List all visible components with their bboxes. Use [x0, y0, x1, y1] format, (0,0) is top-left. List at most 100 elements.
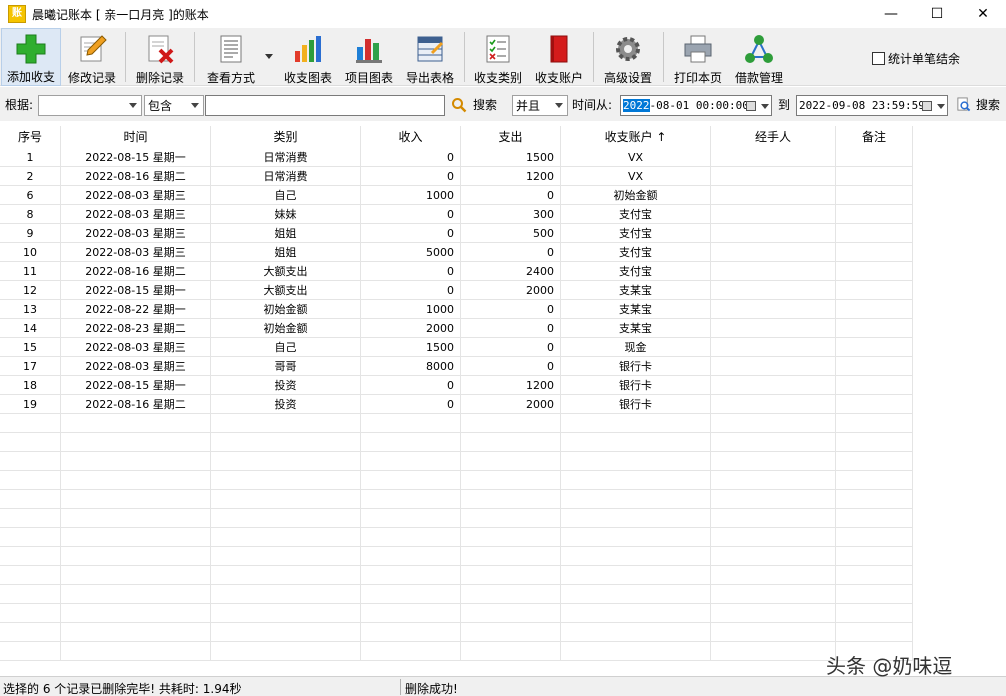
table-row[interactable]: 6 2022-08-03 星期三 自己 1000 0 初始金额	[0, 186, 1006, 205]
table-row[interactable]: 15 2022-08-03 星期三 自己 1500 0 现金	[0, 338, 1006, 357]
table-row[interactable]: 8 2022-08-03 星期三 妹妹 0 300 支付宝	[0, 205, 1006, 224]
cell-category	[211, 471, 361, 490]
empty-row[interactable]	[0, 433, 1006, 452]
column-header-time[interactable]: 时间	[61, 126, 211, 148]
stat-balance-checkbox[interactable]: 统计单笔结余	[872, 50, 960, 67]
chevron-down-icon[interactable]	[265, 54, 273, 59]
column-header-note[interactable]: 备注	[836, 126, 913, 148]
column-header-category[interactable]: 类别	[211, 126, 361, 148]
export-table-button[interactable]: 导出表格	[402, 28, 458, 86]
table-row[interactable]: 17 2022-08-03 星期三 哥哥 8000 0 银行卡	[0, 357, 1006, 376]
cell-note	[836, 243, 913, 262]
cell-account	[561, 490, 711, 509]
pencil-paper-icon	[75, 32, 109, 66]
cell-seq	[0, 642, 61, 661]
cell-category: 日常消费	[211, 148, 361, 167]
column-header-expense[interactable]: 支出	[461, 126, 561, 148]
table-row[interactable]: 2 2022-08-16 星期二 日常消费 0 1200 VX	[0, 167, 1006, 186]
search-button[interactable]: 搜索	[451, 94, 497, 115]
search-button-2[interactable]: 搜索	[956, 94, 1000, 115]
empty-row[interactable]	[0, 528, 1006, 547]
table-row[interactable]: 19 2022-08-16 星期二 投资 0 2000 银行卡	[0, 395, 1006, 414]
cell-seq: 17	[0, 357, 61, 376]
records-grid[interactable]: 序号 时间 类别 收入 支出 收支账户 ↑ 经手人 备注 1 2022-08-15 星期一 日常消…	[0, 126, 1006, 673]
cell-income	[361, 623, 461, 642]
accounts-button[interactable]: 收支账户	[531, 28, 587, 86]
keyword-input[interactable]	[205, 95, 445, 116]
chevron-down-icon	[191, 103, 199, 108]
maximize-button[interactable]: ☐	[914, 0, 960, 28]
cell-category: 大额支出	[211, 281, 361, 300]
calendar-icon[interactable]	[922, 101, 932, 111]
cell-note	[836, 547, 913, 566]
cell-time	[61, 623, 211, 642]
chevron-down-icon	[129, 103, 137, 108]
table-row[interactable]: 18 2022-08-15 星期一 投资 0 1200 银行卡	[0, 376, 1006, 395]
table-row[interactable]: 14 2022-08-23 星期二 初始金额 2000 0 支某宝	[0, 319, 1006, 338]
column-header-handler[interactable]: 经手人	[711, 126, 836, 148]
chevron-down-icon[interactable]	[761, 104, 769, 109]
empty-row[interactable]	[0, 414, 1006, 433]
categories-button[interactable]: 收支类别	[470, 28, 526, 86]
empty-row[interactable]	[0, 623, 1006, 642]
cell-handler	[711, 623, 836, 642]
cell-note	[836, 262, 913, 281]
plus-icon	[14, 33, 48, 65]
table-row[interactable]: 1 2022-08-15 星期一 日常消费 0 1500 VX	[0, 148, 1006, 167]
calendar-icon[interactable]	[746, 101, 756, 111]
empty-row[interactable]	[0, 604, 1006, 623]
empty-row[interactable]	[0, 547, 1006, 566]
empty-row[interactable]	[0, 585, 1006, 604]
advanced-settings-button[interactable]: 高级设置	[599, 28, 657, 86]
close-button[interactable]: ✕	[960, 0, 1006, 28]
cell-income	[361, 642, 461, 661]
empty-row[interactable]	[0, 509, 1006, 528]
column-header-income[interactable]: 收入	[361, 126, 461, 148]
cell-expense: 1500	[461, 148, 561, 167]
cell-account	[561, 623, 711, 642]
empty-row[interactable]	[0, 490, 1006, 509]
minimize-button[interactable]: —	[868, 0, 914, 28]
cell-category	[211, 585, 361, 604]
advanced-settings-label: 高级设置	[603, 71, 652, 85]
delete-record-button[interactable]: 删除记录	[131, 28, 189, 86]
match-select[interactable]: 包含	[144, 95, 204, 116]
3d-chart-icon	[352, 32, 386, 66]
project-chart-button[interactable]: 项目图表	[341, 28, 397, 86]
cell-expense: 300	[461, 205, 561, 224]
table-row[interactable]: 12 2022-08-15 星期一 大额支出 0 2000 支某宝	[0, 281, 1006, 300]
cell-seq	[0, 414, 61, 433]
empty-row[interactable]	[0, 566, 1006, 585]
column-header-account[interactable]: 收支账户 ↑	[561, 126, 711, 148]
add-record-button[interactable]: 添加收支	[1, 28, 61, 86]
loan-management-button[interactable]: 借款管理	[731, 28, 787, 86]
cell-note	[836, 490, 913, 509]
cell-note	[836, 148, 913, 167]
date-from-picker[interactable]: 2022 -08-01 00:00:00	[620, 95, 772, 116]
table-row[interactable]: 13 2022-08-22 星期一 初始金额 1000 0 支某宝	[0, 300, 1006, 319]
cell-note	[836, 509, 913, 528]
field-select[interactable]	[38, 95, 142, 116]
time-from-label: 时间从:	[572, 98, 613, 112]
empty-row[interactable]	[0, 452, 1006, 471]
print-page-button[interactable]: 打印本页	[669, 28, 727, 86]
date-to-picker[interactable]: 2022-09-08 23:59:59	[796, 95, 948, 116]
chevron-down-icon[interactable]	[937, 104, 945, 109]
chart-button[interactable]: 收支图表	[280, 28, 336, 86]
cell-expense: 0	[461, 186, 561, 205]
table-row[interactable]: 10 2022-08-03 星期三 姐姐 5000 0 支付宝	[0, 243, 1006, 262]
cell-time	[61, 642, 211, 661]
view-mode-button[interactable]: 查看方式	[200, 28, 262, 86]
checkbox-box[interactable]	[872, 52, 885, 65]
cell-seq: 14	[0, 319, 61, 338]
toolbar-divider	[593, 32, 594, 82]
cell-account	[561, 509, 711, 528]
cell-seq	[0, 604, 61, 623]
cell-seq: 18	[0, 376, 61, 395]
logic-select[interactable]: 并且	[512, 95, 568, 116]
table-row[interactable]: 9 2022-08-03 星期三 姐姐 0 500 支付宝	[0, 224, 1006, 243]
empty-row[interactable]	[0, 471, 1006, 490]
column-header-seq[interactable]: 序号	[0, 126, 61, 148]
table-row[interactable]: 11 2022-08-16 星期二 大额支出 0 2400 支付宝	[0, 262, 1006, 281]
edit-record-button[interactable]: 修改记录	[64, 28, 120, 86]
